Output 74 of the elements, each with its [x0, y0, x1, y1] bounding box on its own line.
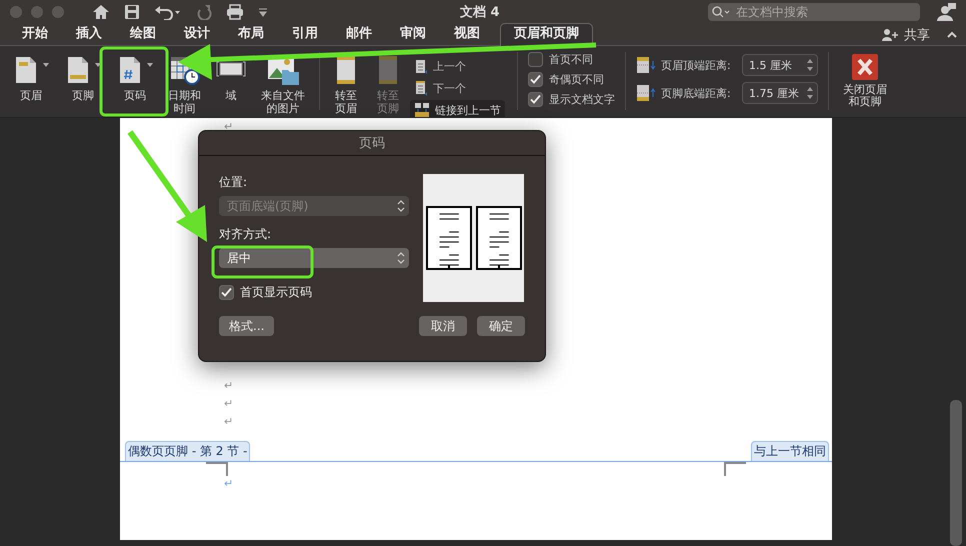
- paragraph-mark: ↵: [224, 119, 234, 135]
- dropdown-caret-icon: [42, 62, 50, 68]
- ribbon-tab[interactable]: 审阅: [386, 23, 440, 45]
- ok-button[interactable]: 确定: [477, 316, 525, 336]
- ribbon-button[interactable]: 页脚: [58, 52, 108, 104]
- dropdown-caret-icon: [94, 62, 102, 68]
- checkbox-label: 奇偶页不同: [549, 72, 604, 87]
- ribbon-button[interactable]: 转至页眉: [326, 52, 366, 117]
- ribbon-tab[interactable]: 设计: [170, 23, 224, 45]
- ribbon-tab[interactable]: 页眉和页脚: [500, 23, 593, 46]
- ribbon-tab[interactable]: 视图: [440, 23, 494, 45]
- ribbon-button[interactable]: 下一个: [410, 78, 505, 98]
- ribbon-button[interactable]: 来自文件的图片: [255, 52, 311, 117]
- paragraph-mark: ↵: [224, 414, 234, 430]
- dropdown-caret-icon: [146, 62, 154, 68]
- checkbox-label: 首页不同: [549, 52, 593, 67]
- field-label: 页眉顶端距离:: [661, 58, 732, 72]
- next-section-icon: [414, 80, 428, 96]
- dialog-title: 页码: [359, 135, 385, 152]
- margin-corner-icon: [724, 462, 746, 476]
- customize-toolbar-icon[interactable]: [258, 7, 268, 17]
- window-title: 文档 4: [459, 4, 501, 21]
- margin-corner-icon: [206, 462, 228, 476]
- field-label: 位置:: [219, 174, 248, 190]
- highlight-frame: [100, 46, 168, 116]
- close-header-footer-button[interactable]: 关闭页眉和页脚: [835, 52, 895, 110]
- footer-distance-icon: [636, 84, 656, 102]
- account-icon[interactable]: [936, 3, 956, 21]
- paragraph-mark: ↵: [224, 476, 234, 492]
- spin-field[interactable]: 1.75 厘米: [742, 82, 818, 104]
- checkbox-label: 首页显示页码: [240, 284, 312, 301]
- save-icon[interactable]: [124, 4, 140, 20]
- ribbon-tab[interactable]: 引用: [278, 23, 332, 45]
- link-sections-icon: [414, 102, 430, 118]
- previous-section-icon: [414, 58, 428, 74]
- ribbon-button[interactable]: 链接到上一节: [410, 100, 505, 120]
- ribbon-tab[interactable]: 开始: [8, 23, 62, 45]
- checkbox[interactable]: [528, 52, 543, 67]
- header-distance-icon: [636, 56, 656, 74]
- home-icon[interactable]: [92, 4, 110, 20]
- checkbox[interactable]: [219, 285, 234, 300]
- spin-field[interactable]: 1.5 厘米: [742, 54, 818, 76]
- checkbox[interactable]: [528, 72, 543, 87]
- ribbon-button[interactable]: 上一个: [410, 56, 505, 76]
- ribbon-tab[interactable]: 邮件: [332, 23, 386, 45]
- add-person-icon: [882, 28, 900, 40]
- cancel-button[interactable]: 取消: [419, 316, 467, 336]
- paragraph-mark: ↵: [224, 378, 234, 394]
- up-down-arrows-icon: [397, 252, 405, 264]
- print-icon[interactable]: [226, 4, 244, 20]
- ribbon-button[interactable]: 域: [209, 52, 253, 104]
- checkbox-label: 显示文档文字: [549, 92, 615, 107]
- field-label: 页脚底端距离:: [661, 86, 732, 100]
- ribbon-button[interactable]: 页码: [110, 52, 160, 104]
- checkbox[interactable]: [528, 92, 543, 107]
- ribbon-tab[interactable]: 绘图: [116, 23, 170, 45]
- stepper-icon[interactable]: [806, 85, 814, 101]
- paragraph-mark: ↵: [224, 396, 234, 412]
- ribbon-tab[interactable]: 插入: [62, 23, 116, 45]
- format-button[interactable]: 格式...: [219, 316, 274, 336]
- ribbon-button[interactable]: 页眉: [6, 52, 56, 104]
- up-down-arrows-icon: [397, 200, 405, 212]
- redo-icon[interactable]: [196, 4, 212, 20]
- stepper-icon[interactable]: [806, 57, 814, 73]
- same-as-previous-label: 与上一节相同: [751, 441, 829, 461]
- field-label: 对齐方式:: [219, 226, 272, 242]
- dropdown-field[interactable]: 居中: [219, 248, 409, 268]
- footer-label: 偶数页页脚 - 第 2 节 -: [125, 441, 250, 461]
- undo-icon[interactable]: [154, 4, 182, 20]
- close-icon: [852, 54, 878, 80]
- share-button[interactable]: 共享: [904, 26, 930, 44]
- ribbon-tab[interactable]: 布局: [224, 23, 278, 45]
- scrollbar-thumb[interactable]: [950, 400, 962, 546]
- search-icon: [712, 6, 732, 18]
